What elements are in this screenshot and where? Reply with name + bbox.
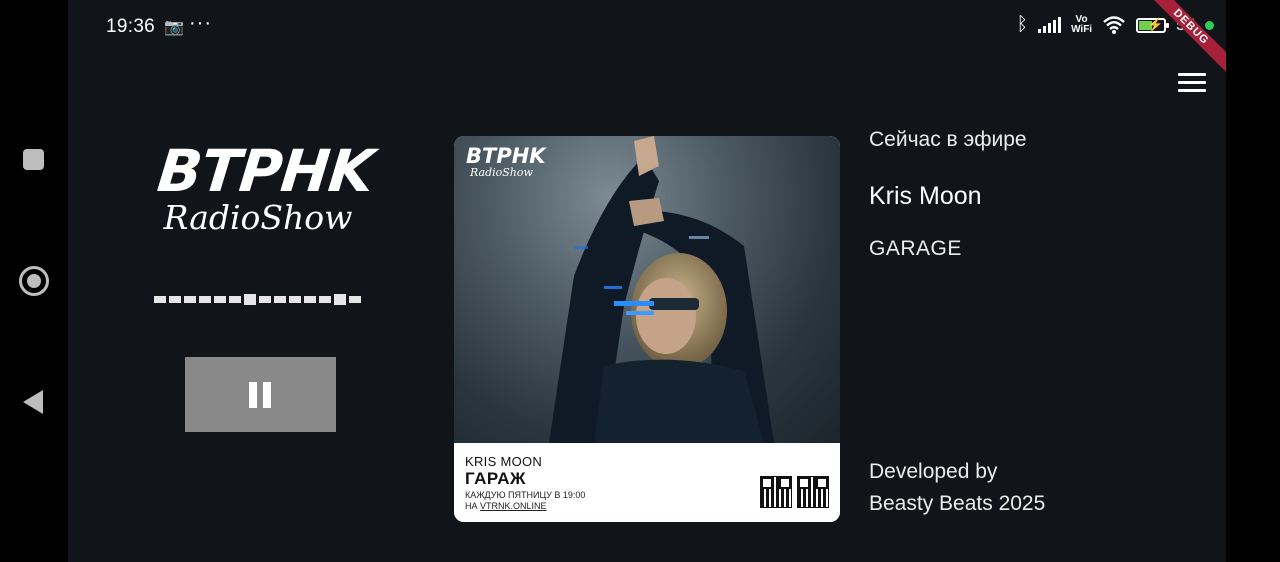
cover-schedule: КАЖДУЮ ПЯТНИЦУ В 19:00: [465, 490, 586, 500]
visualizer-bar: [259, 296, 271, 303]
logo-title: BTPHK: [154, 137, 377, 205]
vowifi-icon: Vo WiFi: [1071, 14, 1093, 35]
screen-edge: [1226, 0, 1280, 562]
app-screen: 19:36 📷 ··· ᛒ VoWiFi ⚡ 55 DEBUG BTPHK Ra…: [68, 0, 1226, 562]
visualizer-bar: [349, 296, 361, 303]
privacy-indicator-dot: [1205, 20, 1214, 30]
cover-info-strip: KRIS MOON ГАРАЖ КАЖДУЮ ПЯТНИЦУ В 19:00 Н…: [454, 443, 840, 522]
pause-button[interactable]: [185, 357, 336, 432]
cover-show-title: ГАРАЖ: [465, 469, 526, 488]
cover-site: НА VTRNK.ONLINE: [465, 501, 547, 511]
show-title: GARAGE: [869, 237, 962, 260]
station-logo: BTPHK RadioShow: [154, 137, 377, 238]
signal-icon: [1038, 17, 1062, 33]
debug-banner: DEBUG: [1140, 0, 1226, 78]
notification-icon: 📷: [164, 19, 184, 36]
cover-artist: KRIS MOON: [465, 454, 543, 469]
qr-code: [797, 476, 829, 508]
visualizer-bar: [154, 296, 166, 303]
cover-photo: BTPHK RadioShow: [454, 136, 840, 443]
battery-icon: ⚡: [1136, 17, 1170, 33]
more-notifications-icon: ···: [189, 12, 212, 34]
visualizer-bar: [334, 294, 346, 305]
on-air-label: Сейчас в эфире: [869, 128, 1027, 151]
visualizer-bar: [274, 296, 286, 303]
visualizer-bar: [199, 296, 211, 303]
visualizer-bar: [244, 294, 256, 305]
visualizer-bar: [289, 296, 301, 303]
pause-icon: [249, 382, 271, 408]
credits-line-2: Beasty Beats 2025: [869, 492, 1046, 515]
qr-code: [760, 476, 792, 508]
artist-photo-illustration: [549, 136, 774, 443]
cover-art: BTPHK RadioShow KRIS MOON ГАРАЖ КАЖДУЮ П…: [454, 136, 840, 522]
recents-button[interactable]: [23, 149, 44, 170]
home-button[interactable]: [19, 266, 49, 296]
artist-name: Kris Moon: [869, 182, 982, 210]
hamburger-menu-icon[interactable]: [1178, 73, 1206, 93]
visualizer-bar: [169, 296, 181, 303]
developer-credits: Developed by Beasty Beats 2025: [869, 456, 1045, 520]
audio-visualizer: [154, 294, 361, 305]
visualizer-bar: [304, 296, 316, 303]
visualizer-bar: [229, 296, 241, 303]
wifi-icon: [1103, 16, 1125, 34]
status-time: 19:36: [106, 16, 156, 37]
visualizer-bar: [184, 296, 196, 303]
bluetooth-icon: ᛒ: [1016, 14, 1029, 35]
back-button[interactable]: [23, 390, 43, 414]
visualizer-bar: [214, 296, 226, 303]
system-navigation-bar: [0, 0, 68, 562]
visualizer-bar: [319, 296, 331, 303]
cover-logo: BTPHK RadioShow: [466, 144, 546, 179]
credits-line-1: Developed by: [869, 460, 998, 483]
